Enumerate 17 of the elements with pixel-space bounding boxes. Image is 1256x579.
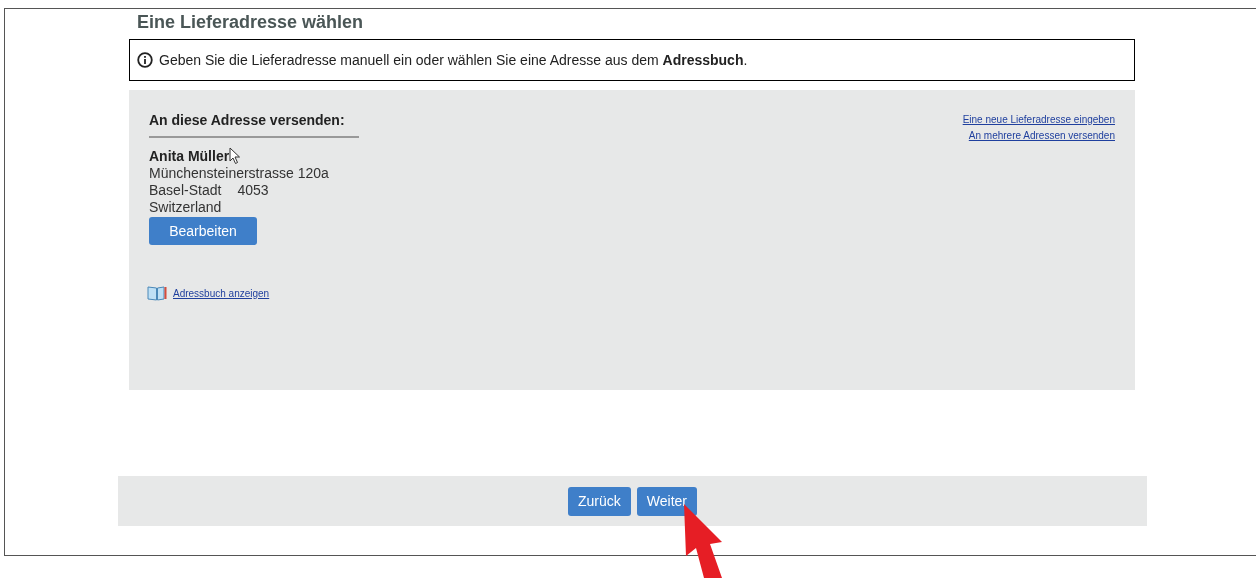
info-icon (137, 52, 153, 68)
address-option-link[interactable]: An mehrere Adressen versenden (968, 128, 1115, 144)
address-book-link[interactable]: Adressbuch anzeigen (173, 285, 270, 301)
nav-button[interactable]: Zurück (568, 486, 631, 516)
book-icon (147, 285, 167, 301)
edit-button[interactable]: Bearbeiten (149, 217, 257, 245)
street-text: Münchensteinerstrasse 120a (149, 165, 329, 182)
address-option-link[interactable]: Eine neue Lieferadresse eingeben (962, 112, 1115, 128)
mouse-cursor-icon (229, 146, 242, 165)
nav-button[interactable]: Weiter (636, 486, 697, 516)
page-title: Eine Lieferadresse wählen (137, 11, 365, 33)
postal-code-text: 4053 (237, 182, 269, 199)
section-heading: An diese Adresse versenden: (149, 110, 359, 138)
country-text: Switzerland (149, 199, 222, 216)
info-text: Geben Sie die Lieferadresse manuell ein oder wählen Sie eine Adresse aus dem Adressbuch. (159, 50, 748, 70)
city-text: Basel-Stadt (149, 182, 222, 199)
recipient-name: Anita Müller (149, 148, 230, 165)
